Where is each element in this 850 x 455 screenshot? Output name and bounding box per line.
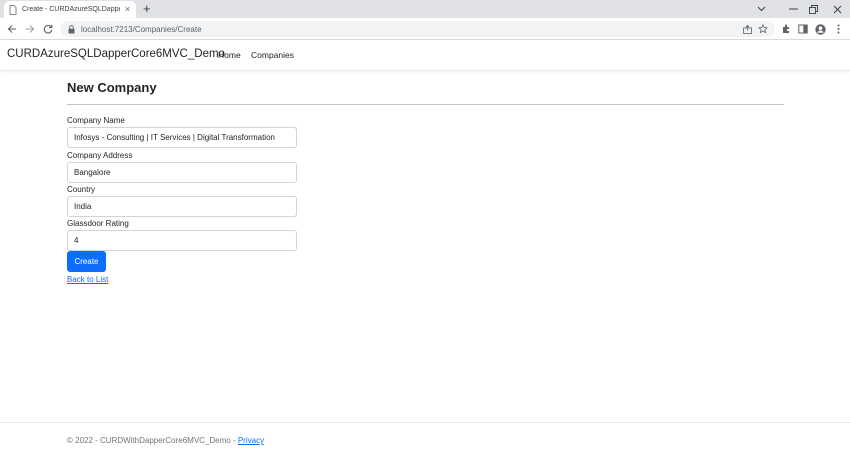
- browser-tabstrip: Create - CURDAzureSQLDapperC × +: [0, 0, 850, 18]
- browser-tab[interactable]: Create - CURDAzureSQLDapperC ×: [4, 1, 136, 18]
- privacy-link[interactable]: Privacy: [238, 436, 264, 445]
- new-tab-button[interactable]: +: [143, 2, 151, 15]
- company-address-input[interactable]: [67, 162, 297, 183]
- page-icon: [8, 4, 18, 15]
- glassdoor-rating-label: Glassdoor Rating: [67, 219, 129, 228]
- company-name-label: Company Name: [67, 116, 125, 125]
- site-brand[interactable]: CURDAzureSQLDapperCore6MVC_Demo: [7, 48, 225, 60]
- page-title: New Company: [67, 80, 157, 95]
- create-button[interactable]: Create: [67, 251, 106, 272]
- lock-icon[interactable]: [66, 24, 76, 34]
- close-tab-icon[interactable]: ×: [123, 5, 132, 14]
- tab-title: Create - CURDAzureSQLDapperC: [22, 6, 120, 13]
- address-bar[interactable]: localhost:7213/Companies/Create: [60, 21, 775, 37]
- star-icon[interactable]: [757, 23, 769, 35]
- footer-copyright: © 2022 - CURDWithDapperCore6MVC_Demo -: [67, 436, 238, 445]
- country-input[interactable]: [67, 196, 297, 217]
- share-icon[interactable]: [741, 23, 753, 35]
- divider: [67, 104, 784, 105]
- reload-icon[interactable]: [41, 22, 55, 36]
- country-label: Country: [67, 185, 96, 194]
- chevron-down-icon[interactable]: [744, 0, 778, 18]
- company-address-label: Company Address: [67, 151, 133, 160]
- side-panel-icon[interactable]: [796, 22, 810, 36]
- profile-avatar-icon[interactable]: [813, 22, 827, 36]
- footer: © 2022 - CURDWithDapperCore6MVC_Demo - P…: [67, 436, 264, 445]
- back-to-list-link[interactable]: Back to List: [67, 275, 108, 284]
- url-text: localhost:7213/Companies/Create: [81, 24, 202, 34]
- glassdoor-rating-input[interactable]: [67, 230, 297, 251]
- nav-home[interactable]: Home: [218, 50, 241, 60]
- nav-companies[interactable]: Companies: [251, 50, 294, 60]
- menu-kebab-icon[interactable]: [831, 22, 845, 36]
- browser-toolbar: localhost:7213/Companies/Create: [0, 18, 850, 40]
- forward-arrow-icon[interactable]: [23, 22, 37, 36]
- footer-divider: [0, 422, 850, 423]
- site-navbar: CURDAzureSQLDapperCore6MVC_Demo Home Com…: [0, 40, 850, 71]
- back-arrow-icon[interactable]: [5, 22, 19, 36]
- extensions-icon[interactable]: [779, 22, 793, 36]
- company-name-input[interactable]: [67, 127, 297, 148]
- close-window-icon[interactable]: [820, 0, 850, 18]
